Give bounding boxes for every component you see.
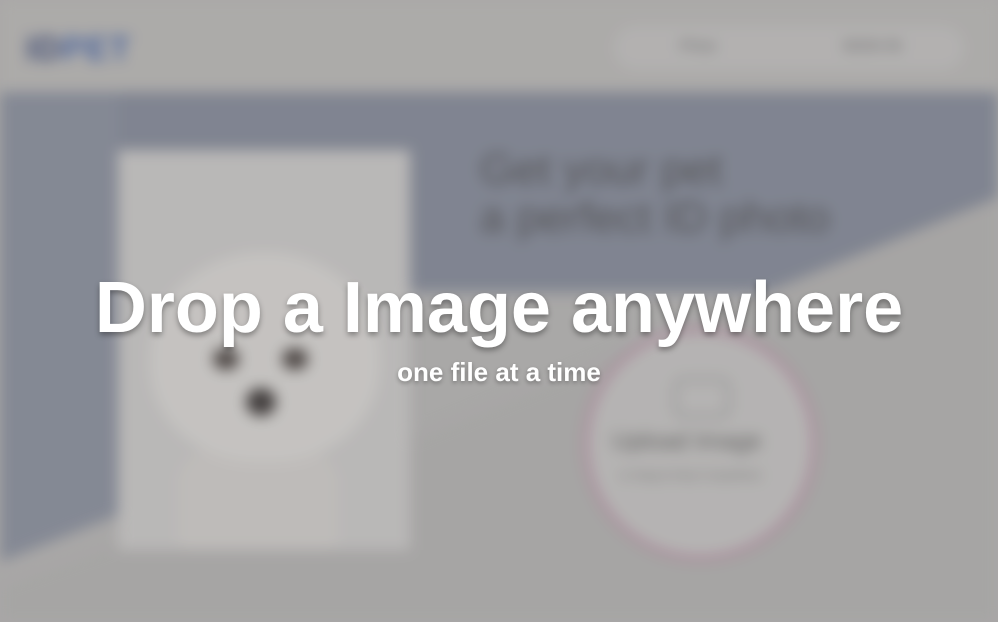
drop-overlay[interactable]: Drop a Image anywhere one file at a time xyxy=(0,0,998,622)
drop-overlay-title: Drop a Image anywhere xyxy=(94,268,904,348)
app-window: IDPET Price SIGN IN Get your pet a perfe… xyxy=(0,0,998,622)
drop-overlay-subtitle: one file at a time xyxy=(397,357,601,387)
